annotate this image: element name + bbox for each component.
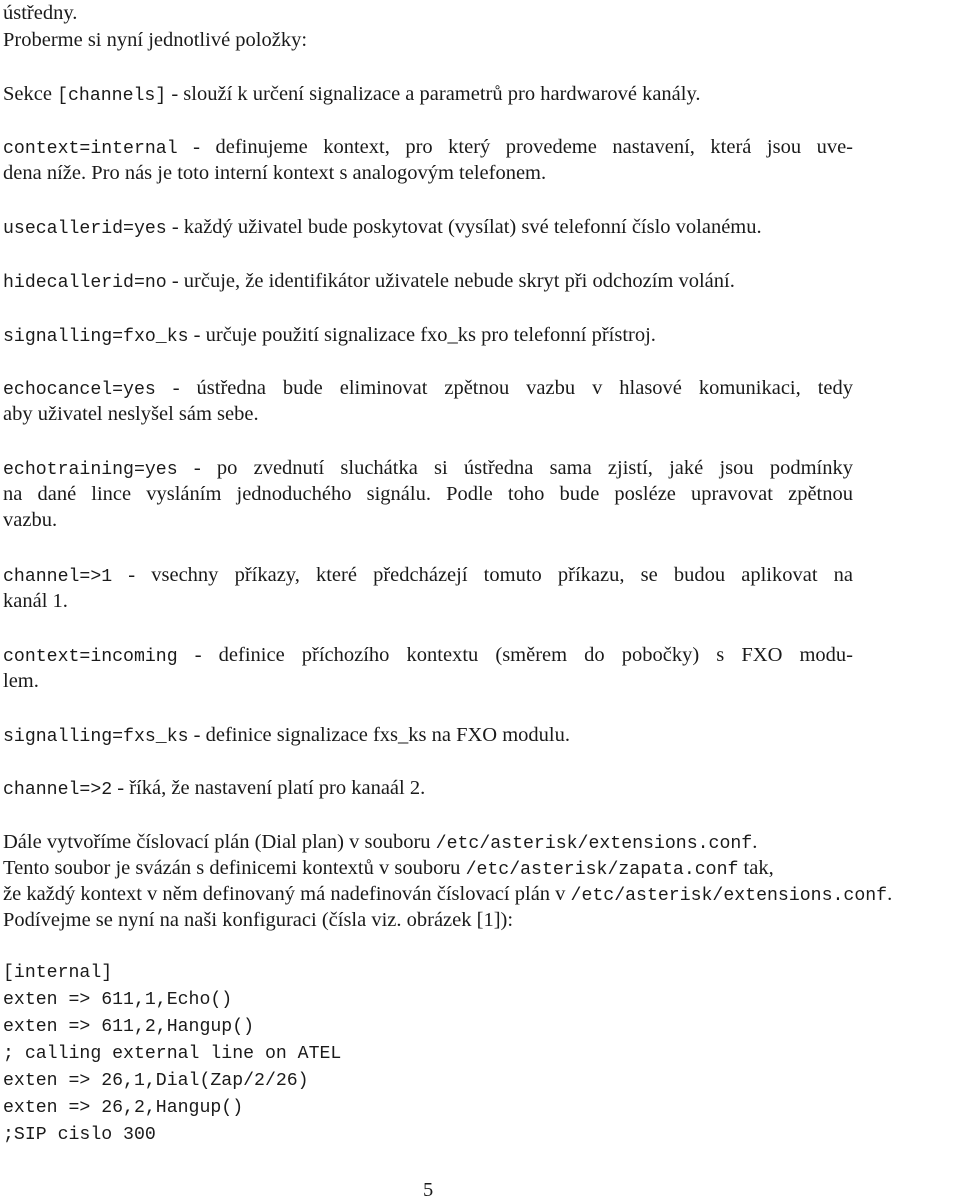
item-text: - ústředna bude eliminovat zpětnou vazbu… xyxy=(155,377,853,399)
item-channel-2: channel=>2 - říká, že nastavení platí pr… xyxy=(3,775,425,803)
dialplan-text: že každý kontext v něm definovaný má nad… xyxy=(3,883,571,905)
item-text: - definice signalizace fxs_ks na FXO mod… xyxy=(188,724,570,746)
item-usecallerid: usecallerid=yes - každý uživatel bude po… xyxy=(3,214,762,242)
code-line: ; calling external line on ATEL xyxy=(3,1044,342,1064)
item-signalling-fxo: signalling=fxo_ks - určuje použití signa… xyxy=(3,322,656,350)
intro-line-1: ústředny. xyxy=(3,2,78,24)
item-context-incoming-line-1: context=incoming - definice příchozího k… xyxy=(3,642,853,670)
item-text: - definice příchozího kontextu (směrem d… xyxy=(177,644,853,666)
item-code: hidecallerid=no xyxy=(3,273,167,293)
item-echotraining-line-3: vazbu. xyxy=(3,509,58,531)
code-line: [internal] xyxy=(3,963,113,983)
section-channels: Sekce [channels] - slouží k určení signa… xyxy=(3,81,701,109)
item-context-incoming-line-2: lem. xyxy=(3,670,39,692)
item-text: - říká, že nastavení platí pro kanaál 2. xyxy=(112,777,426,799)
item-hidecallerid: hidecallerid=no - určuje, že identifikát… xyxy=(3,268,735,296)
dialplan-text: tak, xyxy=(738,857,774,879)
item-echotraining-line-2: na dané lince vysláním jednoduchého sign… xyxy=(3,483,853,505)
dialplan-text: . xyxy=(887,883,893,905)
item-text: - definujeme kontext, pro který provedem… xyxy=(177,136,853,158)
item-code: channel=>2 xyxy=(3,780,113,800)
dialplan-text: Tento soubor je svázán s definicemi kont… xyxy=(3,857,466,879)
item-code: signalling=fxs_ks xyxy=(3,727,189,747)
item-channel-1-line-1: channel=>1 - vsechny příkazy, které před… xyxy=(3,562,853,590)
code-line: ;SIP cislo 300 xyxy=(3,1125,156,1145)
item-code: channel=>1 xyxy=(3,567,113,587)
code-line: exten => 611,2,Hangup() xyxy=(3,1017,255,1037)
item-echocancel-line-2: aby uživatel neslyšel sám sebe. xyxy=(3,403,259,425)
item-code: signalling=fxo_ks xyxy=(3,327,189,347)
dialplan-line-3: že každý kontext v něm definovaný má nad… xyxy=(3,881,892,909)
section-text: - slouží k určení signalizace a parametr… xyxy=(166,83,701,105)
dialplan-text: Dále vytvoříme číslovací plán (Dial plan… xyxy=(3,831,436,853)
page-number: 5 xyxy=(423,1179,434,1201)
item-context-internal-line-2: dena níže. Pro nás je toto interní konte… xyxy=(3,162,547,184)
file-path: /etc/asterisk/extensions.conf xyxy=(435,834,753,854)
item-context-internal-line-1: context=internal - definujeme kontext, p… xyxy=(3,134,853,162)
item-text: - vsechny příkazy, které předcházejí tom… xyxy=(112,564,853,586)
item-code: context=internal xyxy=(3,139,178,159)
item-signalling-fxs: signalling=fxs_ks - definice signalizace… xyxy=(3,722,570,750)
file-path: /etc/asterisk/zapata.conf xyxy=(465,860,739,880)
dialplan-line-1: Dále vytvoříme číslovací plán (Dial plan… xyxy=(3,829,757,857)
item-echotraining-line-1: echotraining=yes - po zvednutí sluchátka… xyxy=(3,455,853,483)
item-echocancel-line-1: echocancel=yes - ústředna bude eliminova… xyxy=(3,375,853,403)
file-path: /etc/asterisk/extensions.conf xyxy=(570,886,888,906)
item-text: - po zvednutí sluchátka si ústředna sama… xyxy=(177,457,853,479)
code-line: exten => 611,1,Echo() xyxy=(3,990,233,1010)
code-line: exten => 26,2,Hangup() xyxy=(3,1098,244,1118)
item-code: context=incoming xyxy=(3,647,178,667)
item-text: - určuje použití signalizace fxo_ks pro … xyxy=(188,324,656,346)
dialplan-line-4: Podívejme se nyní na naši konfiguraci (č… xyxy=(3,909,514,931)
item-channel-1-line-2: kanál 1. xyxy=(3,590,68,612)
section-code: [channels] xyxy=(57,86,167,106)
item-text: - každý uživatel bude poskytovat (vysíla… xyxy=(166,216,762,238)
item-code: echocancel=yes xyxy=(3,380,156,400)
item-code: usecallerid=yes xyxy=(3,219,167,239)
item-text: - určuje, že identifikátor uživatele neb… xyxy=(166,270,735,292)
code-line: exten => 26,1,Dial(Zap/2/26) xyxy=(3,1071,309,1091)
dialplan-text: . xyxy=(752,831,758,853)
dialplan-line-2: Tento soubor je svázán s definicemi kont… xyxy=(3,855,774,883)
item-code: echotraining=yes xyxy=(3,460,178,480)
intro-line-2: Proberme si nyní jednotlivé položky: xyxy=(3,29,308,51)
section-prefix: Sekce xyxy=(3,83,58,105)
